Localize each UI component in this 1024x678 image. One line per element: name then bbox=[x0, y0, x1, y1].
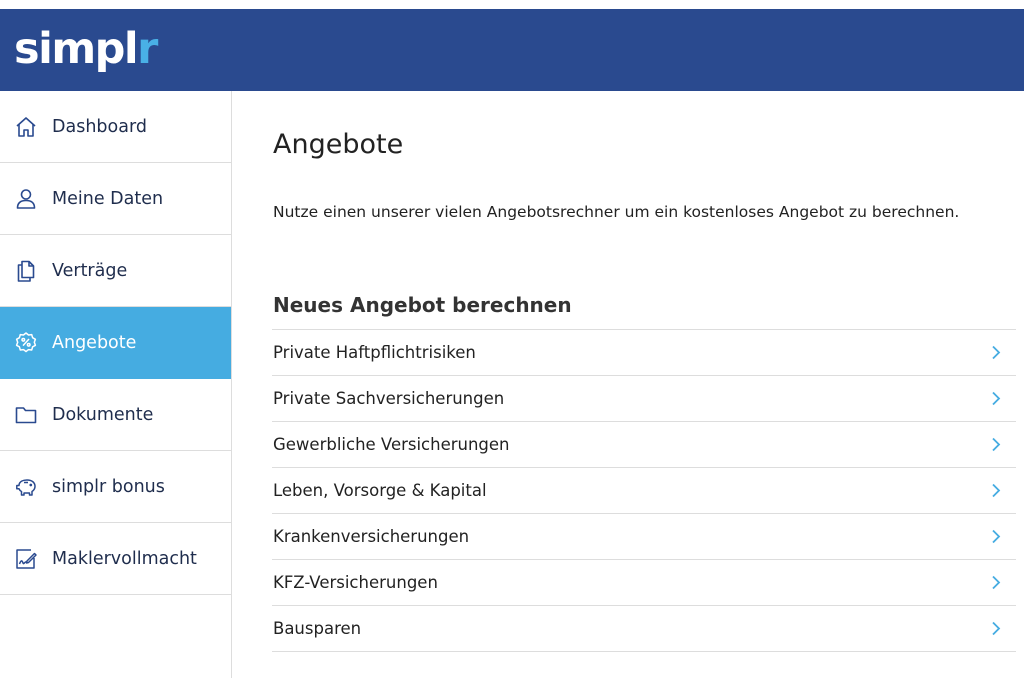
chevron-right-icon bbox=[990, 437, 1002, 453]
chevron-right-icon bbox=[990, 391, 1002, 407]
offer-label: Krankenversicherungen bbox=[273, 527, 470, 546]
sidebar-item-maklervollmacht[interactable]: Maklervollmacht bbox=[0, 523, 231, 595]
chevron-right-icon bbox=[990, 483, 1002, 499]
sidebar-item-label: simplr bonus bbox=[52, 476, 165, 497]
section-title: Neues Angebot berechnen bbox=[273, 293, 572, 317]
piggy-bank-icon bbox=[14, 475, 38, 499]
main-content: Angebote Nutze einen unserer vielen Ange… bbox=[232, 91, 1024, 678]
user-icon bbox=[14, 187, 38, 211]
sidebar-item-angebote[interactable]: Angebote bbox=[0, 307, 231, 379]
chevron-right-icon bbox=[990, 529, 1002, 545]
offer-row-gewerbliche-versicherungen[interactable]: Gewerbliche Versicherungen bbox=[272, 422, 1016, 468]
chevron-right-icon bbox=[990, 575, 1002, 591]
simplr-logo[interactable]: simplr bbox=[14, 23, 158, 75]
sidebar-item-label: Angebote bbox=[52, 332, 137, 353]
app-header: simplr bbox=[0, 9, 1024, 91]
offer-label: Leben, Vorsorge & Kapital bbox=[273, 481, 487, 500]
sidebar: Dashboard Meine Daten Verträge Angebote bbox=[0, 91, 232, 678]
percent-badge-icon bbox=[14, 331, 38, 355]
sidebar-item-meine-daten[interactable]: Meine Daten bbox=[0, 163, 231, 235]
offer-row-bausparen[interactable]: Bausparen bbox=[272, 606, 1016, 652]
offer-list: Private Haftpflichtrisiken Private Sachv… bbox=[272, 329, 1016, 652]
sidebar-item-label: Dashboard bbox=[52, 116, 147, 137]
folder-icon bbox=[14, 403, 38, 427]
chevron-right-icon bbox=[990, 345, 1002, 361]
sidebar-item-dashboard[interactable]: Dashboard bbox=[0, 91, 231, 163]
offer-row-kfz-versicherungen[interactable]: KFZ-Versicherungen bbox=[272, 560, 1016, 606]
sidebar-item-label: Maklervollmacht bbox=[52, 548, 197, 569]
chevron-right-icon bbox=[990, 621, 1002, 637]
signature-icon bbox=[14, 547, 38, 571]
documents-icon bbox=[14, 259, 38, 283]
offer-row-private-haftpflichtrisiken[interactable]: Private Haftpflichtrisiken bbox=[272, 330, 1016, 376]
sidebar-item-simplr-bonus[interactable]: simplr bonus bbox=[0, 451, 231, 523]
offer-label: KFZ-Versicherungen bbox=[273, 573, 438, 592]
offer-label: Gewerbliche Versicherungen bbox=[273, 435, 510, 454]
sidebar-item-dokumente[interactable]: Dokumente bbox=[0, 379, 231, 451]
offer-label: Bausparen bbox=[273, 619, 362, 638]
offer-label: Private Haftpflichtrisiken bbox=[273, 343, 476, 362]
sidebar-item-label: Verträge bbox=[52, 260, 128, 281]
sidebar-item-label: Dokumente bbox=[52, 404, 154, 425]
sidebar-item-label: Meine Daten bbox=[52, 188, 164, 209]
offer-row-krankenversicherungen[interactable]: Krankenversicherungen bbox=[272, 514, 1016, 560]
page-title: Angebote bbox=[273, 129, 404, 160]
intro-text: Nutze einen unserer vielen Angebotsrechn… bbox=[273, 203, 960, 221]
sidebar-item-vertraege[interactable]: Verträge bbox=[0, 235, 231, 307]
offer-row-leben-vorsorge-kapital[interactable]: Leben, Vorsorge & Kapital bbox=[272, 468, 1016, 514]
offer-label: Private Sachversicherungen bbox=[273, 389, 505, 408]
offer-row-private-sachversicherungen[interactable]: Private Sachversicherungen bbox=[272, 376, 1016, 422]
window-top-strip bbox=[0, 0, 1024, 9]
home-icon bbox=[14, 115, 38, 139]
